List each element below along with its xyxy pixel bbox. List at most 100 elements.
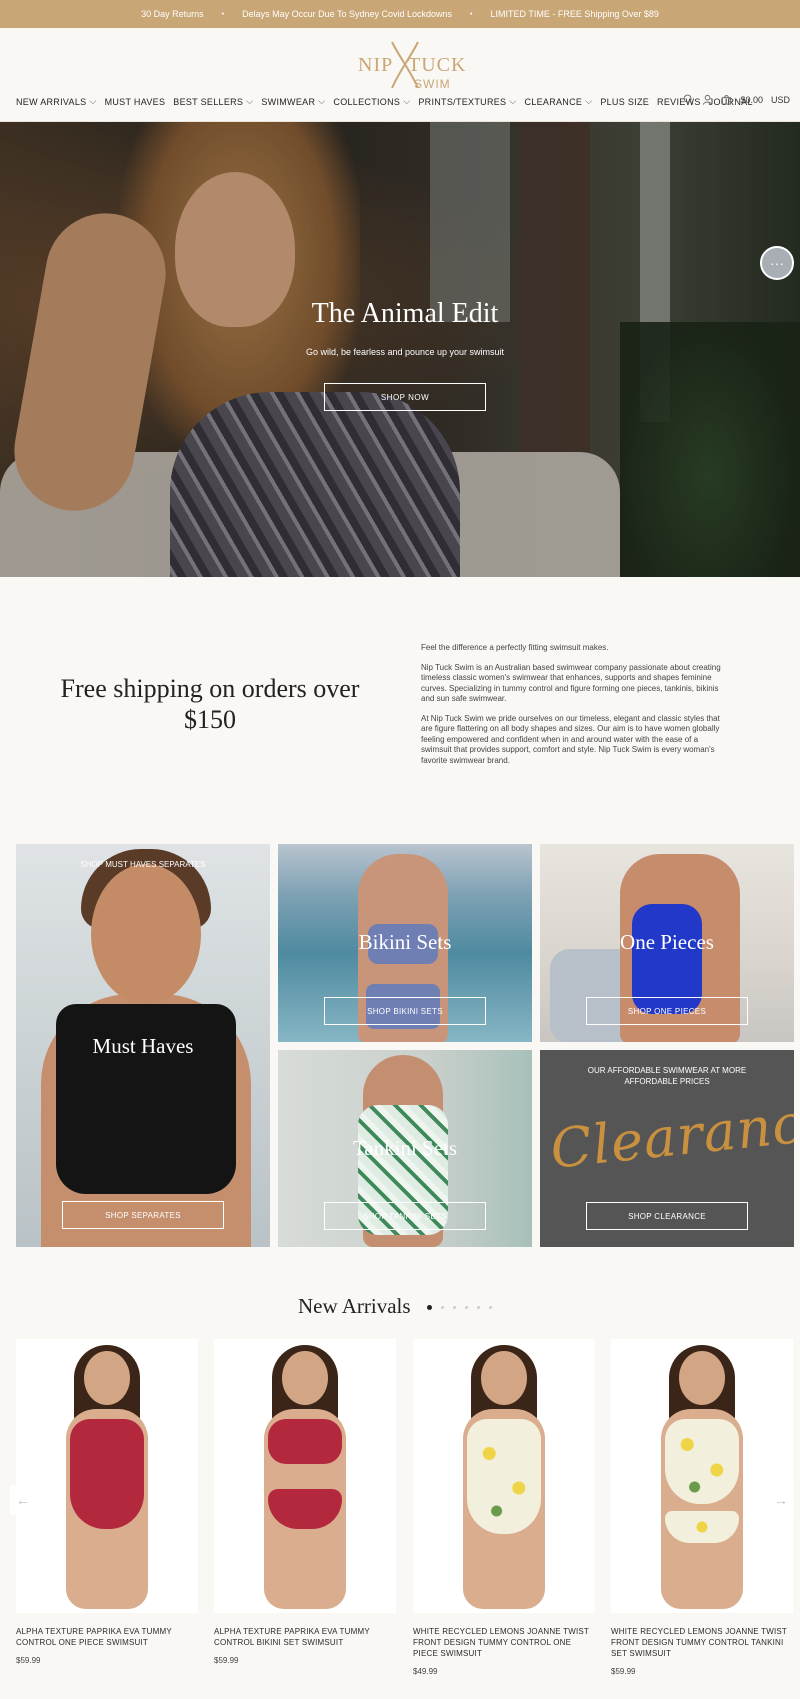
shop-clearance-button[interactable]: SHOP CLEARANCE xyxy=(586,1202,748,1230)
cart-icon[interactable] xyxy=(721,94,732,105)
logo-text-swim: SWIM xyxy=(414,77,451,91)
hero-shop-now-button[interactable]: SHOP NOW xyxy=(324,383,486,411)
nav-label: BEST SELLERS xyxy=(173,96,244,107)
brand-intro-text: Feel the difference a perfectly fitting … xyxy=(421,643,726,775)
product-price: $59.99 xyxy=(16,1656,41,1665)
announcement-shipping: LIMITED TIME - FREE Shipping Over $89 xyxy=(490,9,659,19)
logo-text-tuck: TUCK xyxy=(408,54,467,76)
chevron-down-icon: ⌵ xyxy=(318,96,326,106)
intro-paragraph: At Nip Tuck Swim we pride ourselves on o… xyxy=(421,713,720,765)
nav-clearance[interactable]: CLEARANCE ⌵ xyxy=(524,96,592,107)
chevron-down-icon: ⌵ xyxy=(403,96,411,106)
announcement-delays: Delays May Occur Due To Sydney Covid Loc… xyxy=(242,9,453,19)
main-nav: NEW ARRIVALS ⌵ MUST HAVES BEST SELLERS ⌵ S… xyxy=(16,96,753,107)
brand-logo[interactable]: NIP TUCK SWIM xyxy=(350,36,465,92)
model-tankini-bottom xyxy=(665,1511,739,1543)
currency-selector[interactable]: USD xyxy=(771,95,790,105)
product-price: $49.99 xyxy=(413,1667,438,1676)
product-image[interactable] xyxy=(611,1339,793,1613)
announcement-separator: • xyxy=(470,10,473,18)
product-name[interactable]: ALPHA TEXTURE PAPRIKA EVA TUMMY CONTROL … xyxy=(214,1626,396,1648)
hero-subtitle: Go wild, be fearless and pounce up your … xyxy=(305,347,505,357)
announcement-separator: • xyxy=(221,10,225,18)
site-header: NIP TUCK SWIM NEW ARRIVALS ⌵ MUST HAVES B… xyxy=(0,28,800,122)
nav-prints-textures[interactable]: PRINTS/TEXTURES ⌵ xyxy=(418,96,516,107)
nav-label: MUST HAVES xyxy=(104,96,166,107)
nav-label: NEW ARRIVALS xyxy=(16,96,87,107)
header-actions: $0.00 USD xyxy=(683,94,790,105)
clearance-script-label: Clearance xyxy=(547,1088,794,1181)
product-name[interactable]: WHITE RECYCLED LEMONS JOANNE TWIST FRONT… xyxy=(413,1626,595,1659)
product-name[interactable]: ALPHA TEXTURE PAPRIKA EVA TUMMY CONTROL … xyxy=(16,1626,198,1648)
must-haves-label: Must Haves xyxy=(92,1034,194,1058)
chevron-down-icon: ⌵ xyxy=(509,96,517,106)
carousel-dot[interactable] xyxy=(453,1306,456,1309)
chat-bubble-icon[interactable]: ··· xyxy=(760,246,794,280)
tankini-sets-label: Tankini Sets xyxy=(352,1136,458,1160)
chevron-down-icon: ⌵ xyxy=(585,96,593,106)
category-tile-bikini-sets[interactable]: Bikini Sets SHOP BIKINI SETS xyxy=(278,844,532,1042)
free-shipping-heading: Free shipping on orders over $150 xyxy=(60,674,360,734)
product-name[interactable]: WHITE RECYCLED LEMONS JOANNE TWIST FRONT… xyxy=(611,1626,793,1659)
logo-text-nip: NIP xyxy=(358,54,394,76)
product-card[interactable]: ALPHA TEXTURE PAPRIKA EVA TUMMY CONTROL … xyxy=(214,1339,396,1665)
bikini-sets-label: Bikini Sets xyxy=(358,930,452,954)
carousel-dot[interactable] xyxy=(489,1306,492,1309)
nav-label: PRINTS/TEXTURES xyxy=(418,96,507,107)
tile-model-top xyxy=(56,1004,236,1194)
announcement-bar: 30 Day Returns • Delays May Occur Due To… xyxy=(0,0,800,28)
carousel-dot[interactable] xyxy=(441,1306,444,1309)
model-swimsuit xyxy=(70,1419,144,1529)
carousel-prev-arrow-icon[interactable]: ← xyxy=(10,1485,36,1515)
model-face xyxy=(282,1351,328,1405)
shop-separates-button[interactable]: SHOP SEPARATES xyxy=(62,1201,224,1229)
nav-swimwear[interactable]: SWIMWEAR ⌵ xyxy=(261,96,325,107)
carousel-dot[interactable] xyxy=(465,1306,468,1309)
model-face xyxy=(679,1351,725,1405)
carousel-dot-active[interactable] xyxy=(427,1305,432,1310)
shop-one-pieces-button[interactable]: SHOP ONE PIECES xyxy=(586,997,748,1025)
product-price: $59.99 xyxy=(611,1667,636,1676)
nav-label: SWIMWEAR xyxy=(261,96,316,107)
carousel-dot[interactable] xyxy=(477,1306,480,1309)
account-icon[interactable] xyxy=(702,94,713,105)
nav-best-sellers[interactable]: BEST SELLERS ⌵ xyxy=(173,96,253,107)
nav-collections[interactable]: COLLECTIONS ⌵ xyxy=(333,96,410,107)
nav-plus-size[interactable]: PLUS SIZE xyxy=(600,97,649,107)
product-image[interactable] xyxy=(16,1339,198,1613)
product-price: $59.99 xyxy=(214,1656,239,1665)
clearance-caption: OUR AFFORDABLE SWIMWEAR AT MORE AFFORDAB… xyxy=(587,1066,747,1086)
model-tankini-top xyxy=(665,1419,739,1504)
search-icon[interactable] xyxy=(683,94,694,105)
nav-must-haves[interactable]: MUST HAVES xyxy=(105,97,166,107)
chevron-down-icon: ⌵ xyxy=(89,96,97,106)
hero-banner: The Animal Edit Go wild, be fearless and… xyxy=(0,122,800,577)
shop-tankini-sets-button[interactable]: SHOP TANKINI SETS xyxy=(324,1202,486,1230)
new-arrivals-title: New Arrivals xyxy=(298,1294,411,1318)
shop-bikini-sets-button[interactable]: SHOP BIKINI SETS xyxy=(324,997,486,1025)
category-tile-clearance[interactable]: OUR AFFORDABLE SWIMWEAR AT MORE AFFORDAB… xyxy=(540,1050,794,1247)
must-haves-caption: SHOP MUST HAVES SEPARATES xyxy=(80,860,206,869)
product-image[interactable] xyxy=(413,1339,595,1613)
nav-label: CLEARANCE xyxy=(524,96,583,107)
hero-title: The Animal Edit xyxy=(311,298,499,329)
product-card[interactable]: ALPHA TEXTURE PAPRIKA EVA TUMMY CONTROL … xyxy=(16,1339,198,1665)
intro-paragraph: Nip Tuck Swim is an Australian based swi… xyxy=(421,662,721,704)
chevron-down-icon: ⌵ xyxy=(246,96,254,106)
model-face xyxy=(481,1351,527,1405)
announcement-returns: 30 Day Returns xyxy=(141,9,204,19)
category-tile-one-pieces[interactable]: One Pieces SHOP ONE PIECES xyxy=(540,844,794,1042)
model-bikini-top xyxy=(268,1419,342,1464)
carousel-pagination xyxy=(427,1305,492,1310)
nav-new-arrivals[interactable]: NEW ARRIVALS ⌵ xyxy=(16,96,97,107)
product-card[interactable]: WHITE RECYCLED LEMONS JOANNE TWIST FRONT… xyxy=(413,1339,595,1676)
model-swimsuit xyxy=(467,1419,541,1534)
product-image[interactable] xyxy=(214,1339,396,1613)
cart-total[interactable]: $0.00 xyxy=(740,95,763,105)
category-tile-tankini-sets[interactable]: Tankini Sets SHOP TANKINI SETS xyxy=(278,1050,532,1247)
tile-model-face xyxy=(91,864,201,1004)
carousel-next-arrow-icon[interactable]: → xyxy=(768,1485,794,1515)
category-tile-must-haves[interactable]: SHOP MUST HAVES SEPARATES Must Haves SHO… xyxy=(16,844,270,1247)
product-card[interactable]: WHITE RECYCLED LEMONS JOANNE TWIST FRONT… xyxy=(611,1339,793,1676)
model-face xyxy=(84,1351,130,1405)
